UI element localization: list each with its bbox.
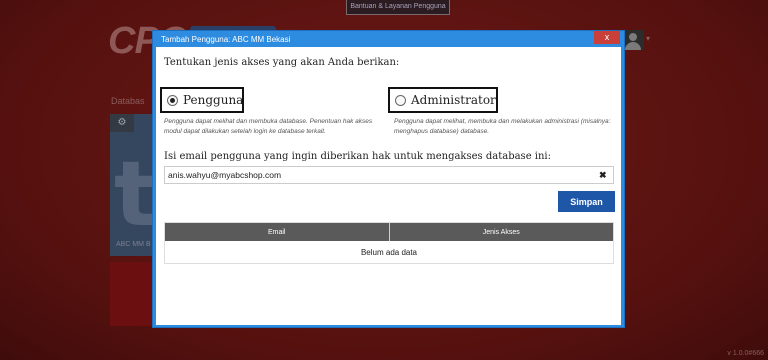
help-tab[interactable]: Bantuan & Layanan Pengguna [346,0,450,15]
email-prompt: Isi email pengguna yang ingin diberikan … [164,151,551,162]
radio-administrator[interactable] [395,94,406,106]
add-user-dialog: Tambah Pengguna: ABC MM Bekasi x Tentuka… [152,30,625,328]
avatar-head [629,33,637,41]
email-field[interactable] [164,166,614,184]
avatar-shoulders [625,42,641,50]
role-option-administrator[interactable]: Administrator [388,87,498,113]
save-button[interactable]: Simpan [558,191,615,212]
column-header-access-type[interactable]: Jenis Akses [388,223,614,241]
role-label-pengguna: Pengguna [183,93,244,107]
access-type-prompt: Tentukan jenis akses yang akan Anda beri… [164,57,400,68]
database-section-label: Databas [111,96,145,106]
gear-icon[interactable]: ⚙ [110,114,134,132]
table-empty-row: Belum ada data [165,241,613,263]
role-description-administrator: Pengguna dapat melihat, membuka dan mela… [394,118,611,135]
radio-pengguna[interactable] [167,94,178,106]
database-card-letter: t [114,142,158,247]
version-label: v 1.0.0#666 [727,350,764,357]
dialog-body: Tentukan jenis akses yang akan Anda beri… [156,47,621,325]
access-table: Email Jenis Akses Belum ada data [164,222,614,264]
user-avatar-icon[interactable] [622,30,644,50]
table-header: Email Jenis Akses [165,223,613,241]
close-button[interactable]: x [594,31,620,44]
role-option-pengguna[interactable]: Pengguna [160,87,244,113]
role-description-pengguna: Pengguna dapat melihat dan membuka datab… [164,118,373,135]
column-header-email[interactable]: Email [165,223,389,241]
chevron-down-icon[interactable]: ▾ [646,34,650,43]
role-label-administrator: Administrator [411,93,496,107]
dialog-title: Tambah Pengguna: ABC MM Bekasi [161,35,291,44]
database-card-secondary[interactable] [110,262,156,326]
database-card-label: ABC MM B [116,241,151,248]
clear-icon[interactable]: ✖ [599,170,607,180]
